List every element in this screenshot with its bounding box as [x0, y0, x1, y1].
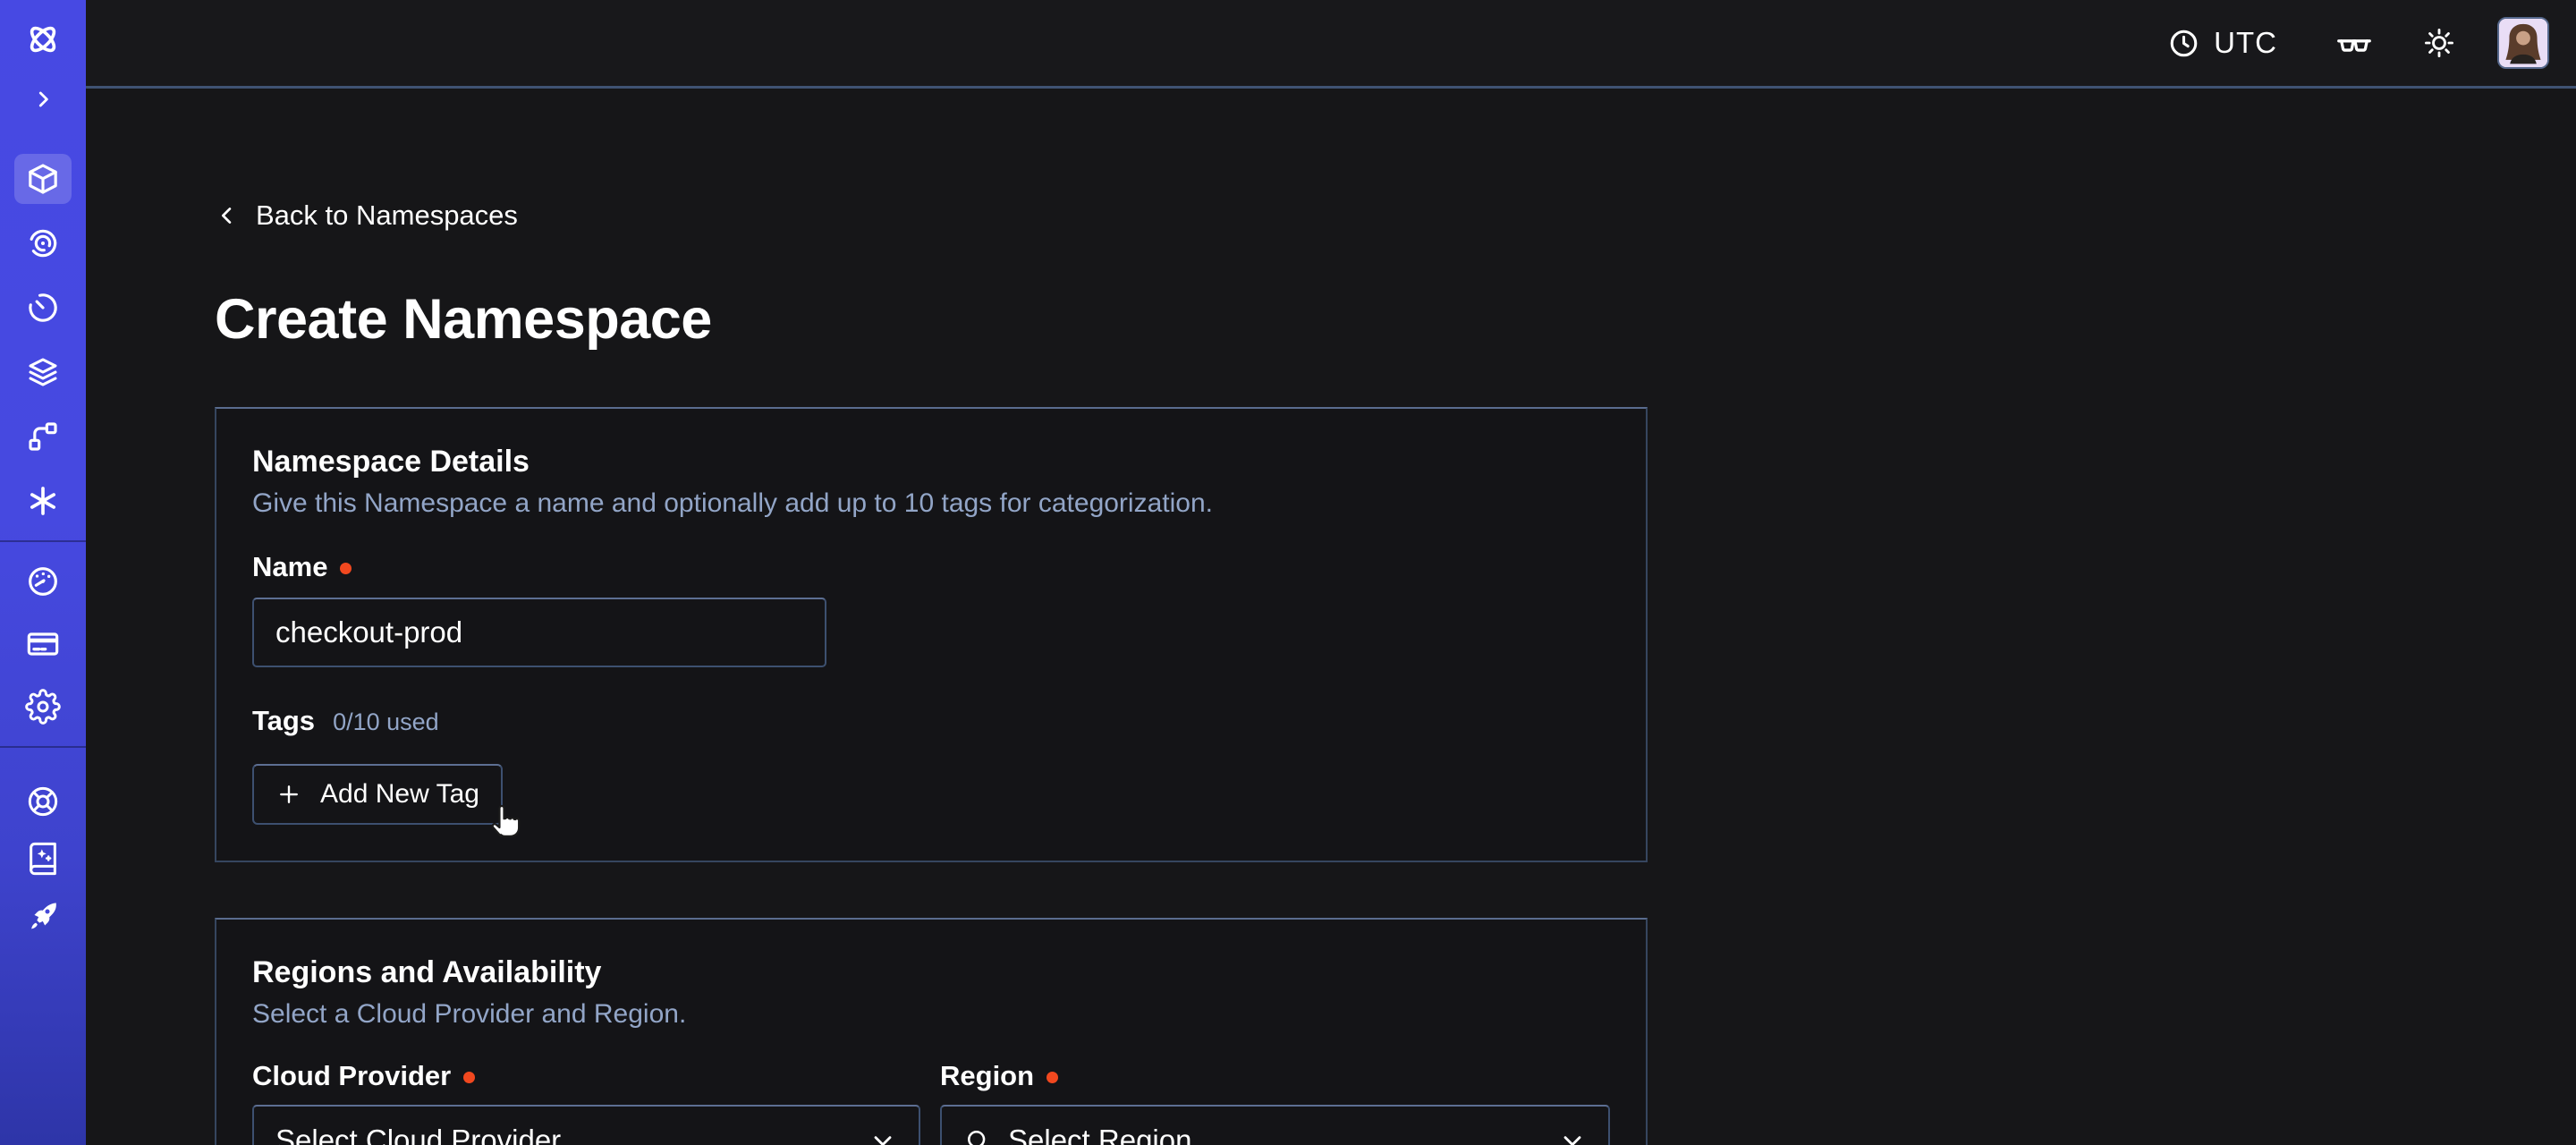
glasses-icon — [2334, 23, 2374, 63]
name-field-label-row: Name — [252, 551, 1610, 583]
sidebar-item-settings[interactable] — [14, 682, 72, 732]
cloud-provider-select[interactable]: Select Cloud Provider — [252, 1105, 920, 1145]
sidebar-item-home[interactable] — [23, 20, 63, 59]
required-dot — [340, 563, 352, 574]
layers-icon — [25, 354, 61, 390]
back-link-label: Back to Namespaces — [256, 199, 518, 232]
reader-mode-button[interactable] — [2334, 23, 2374, 63]
card-subtitle: Give this Namespace a name and optionall… — [252, 488, 1610, 519]
add-new-tag-button[interactable]: Add New Tag — [252, 764, 503, 825]
cloud-provider-label: Cloud Provider — [252, 1060, 451, 1092]
timezone-label: UTC — [2214, 26, 2277, 60]
sidebar-nav-primary — [14, 154, 72, 526]
rocket-icon — [25, 898, 61, 934]
sidebar-item-getting-started[interactable] — [14, 891, 72, 941]
chevron-down-icon — [869, 1126, 897, 1145]
sidebar-item-monitor[interactable] — [14, 218, 72, 268]
region-placeholder: Select Region — [1008, 1124, 1191, 1145]
sidebar-nav-help — [14, 776, 72, 941]
sidebar-item-nexus[interactable] — [14, 476, 72, 526]
sun-icon — [2422, 26, 2456, 60]
sidebar-nav-account — [14, 556, 72, 732]
regions-availability-card: Regions and Availability Select a Cloud … — [215, 918, 1648, 1145]
sidebar-item-workflows[interactable] — [14, 411, 72, 462]
gear-icon — [25, 689, 61, 725]
card-title: Namespace Details — [252, 445, 1610, 479]
sidebar-item-schedules[interactable] — [14, 283, 72, 333]
name-label: Name — [252, 551, 327, 583]
main-content: Back to Namespaces Create Namespace Name… — [86, 89, 2576, 1145]
asterisk-icon — [25, 483, 61, 519]
plus-icon — [275, 781, 302, 808]
region-label: Region — [940, 1060, 1034, 1092]
chevron-right-icon — [31, 88, 55, 111]
branch-icon — [25, 419, 61, 454]
region-field: Region Select Region — [940, 1060, 1610, 1145]
sidebar-divider — [0, 746, 86, 748]
clock-icon — [2167, 27, 2200, 60]
sidebar — [0, 0, 86, 1145]
sidebar-item-billing[interactable] — [14, 619, 72, 669]
sidebar-item-namespaces[interactable] — [14, 154, 72, 204]
page-title: Create Namespace — [215, 287, 2576, 352]
sidebar-item-support[interactable] — [14, 776, 72, 827]
add-new-tag-label: Add New Tag — [320, 779, 479, 810]
cube-icon — [25, 161, 61, 197]
sidebar-divider — [0, 540, 86, 542]
life-ring-icon — [25, 784, 61, 819]
chevron-down-icon — [1558, 1126, 1587, 1145]
namespace-name-input[interactable] — [252, 598, 826, 667]
avatar-image — [2499, 19, 2547, 67]
chevron-left-icon — [215, 203, 240, 228]
search-icon — [963, 1126, 992, 1145]
sidebar-item-usage[interactable] — [14, 556, 72, 606]
required-dot — [463, 1072, 475, 1083]
required-dot — [1046, 1072, 1058, 1083]
timer-icon — [25, 290, 61, 326]
tags-label: Tags — [252, 705, 315, 737]
provider-region-grid: Cloud Provider Select Cloud Provider Reg… — [252, 1060, 1610, 1145]
temporal-logo-icon — [23, 20, 63, 59]
namespace-details-card: Namespace Details Give this Namespace a … — [215, 407, 1648, 862]
cloud-provider-label-row: Cloud Provider — [252, 1060, 920, 1092]
user-avatar[interactable] — [2497, 17, 2549, 69]
card-subtitle: Select a Cloud Provider and Region. — [252, 999, 1610, 1030]
timezone-button[interactable]: UTC — [2167, 26, 2277, 60]
cloud-provider-placeholder: Select Cloud Provider — [275, 1124, 561, 1145]
tags-usage-count: 0/10 used — [333, 708, 439, 736]
spiral-icon — [25, 225, 61, 261]
topbar: UTC — [86, 0, 2576, 89]
tags-label-row: Tags 0/10 used — [252, 705, 1610, 737]
sidebar-expand-button[interactable] — [31, 88, 55, 111]
back-to-namespaces-link[interactable]: Back to Namespaces — [215, 199, 518, 232]
book-sparkle-icon — [25, 841, 61, 877]
credit-card-icon — [25, 626, 61, 662]
region-select[interactable]: Select Region — [940, 1105, 1610, 1145]
card-title: Regions and Availability — [252, 955, 1610, 990]
region-label-row: Region — [940, 1060, 1610, 1092]
cloud-provider-field: Cloud Provider Select Cloud Provider — [252, 1060, 920, 1145]
sidebar-item-stacks[interactable] — [14, 347, 72, 397]
gauge-icon — [25, 564, 61, 599]
sidebar-item-docs[interactable] — [14, 834, 72, 884]
theme-toggle-button[interactable] — [2422, 26, 2456, 60]
